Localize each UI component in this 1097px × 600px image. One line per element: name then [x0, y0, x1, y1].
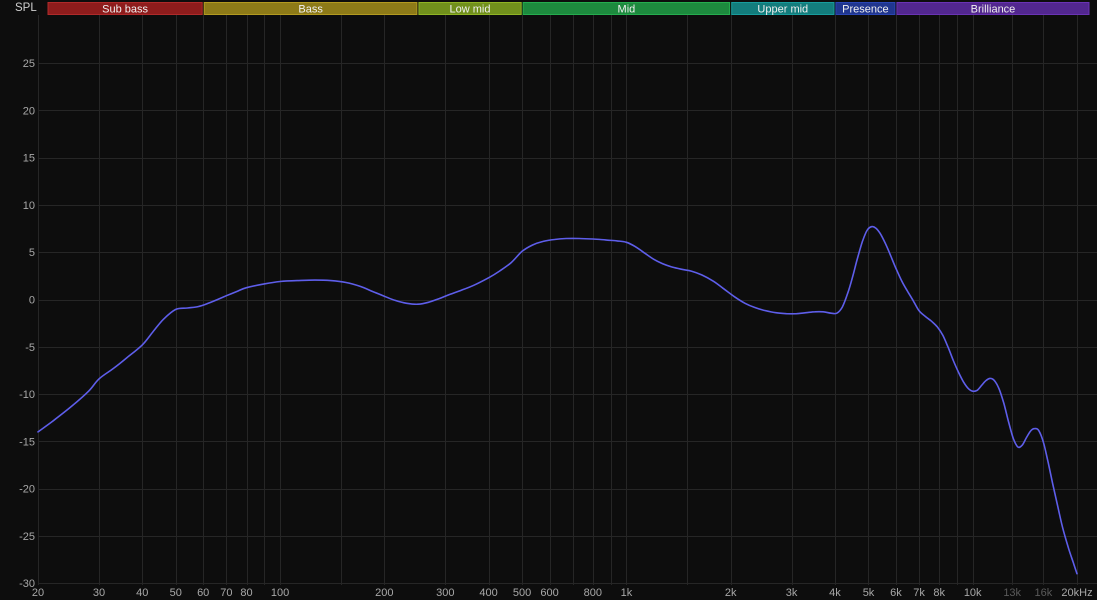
x-tick-label: 6k [890, 587, 902, 599]
y-tick-label: -20 [19, 484, 35, 496]
x-tick-label: 70 [220, 587, 232, 599]
band-label-sub-bass: Sub bass [102, 4, 148, 16]
x-tick-label: 80 [240, 587, 252, 599]
x-tick-label: 2k [725, 587, 737, 599]
y-tick-label: 15 [23, 153, 35, 165]
x-tick-label: 30 [93, 587, 105, 599]
y-tick-label: -10 [19, 389, 35, 401]
x-tick-label: 8k [933, 587, 945, 599]
response-curve [38, 227, 1077, 574]
x-tick-label: 7k [913, 587, 925, 599]
y-tick-label: 5 [29, 247, 35, 259]
x-tick-label: 600 [540, 587, 558, 599]
y-tick-label: 25 [23, 58, 35, 70]
band-label-presence: Presence [842, 4, 888, 16]
y-tick-label: 10 [23, 200, 35, 212]
x-tick-label: 400 [479, 587, 497, 599]
x-tick-label: 4k [829, 587, 841, 599]
x-tick-label: 13k [1003, 587, 1021, 599]
x-tick-label: 200 [375, 587, 393, 599]
band-label-mid: Mid [618, 4, 636, 16]
x-tick-label: 500 [513, 587, 531, 599]
y-tick-label: -15 [19, 436, 35, 448]
y-tick-label: 20 [23, 105, 35, 117]
x-tick-label: 50 [170, 587, 182, 599]
y-tick-label: -5 [25, 342, 35, 354]
x-tick-label: 20kHz [1061, 587, 1092, 599]
x-tick-label: 3k [786, 587, 798, 599]
band-label-low-mid: Low mid [450, 4, 491, 16]
x-tick-label: 100 [271, 587, 289, 599]
x-tick-label: 300 [436, 587, 454, 599]
band-label-upper-mid: Upper mid [757, 4, 808, 16]
frequency-response-chart: Sub bass Bass Low mid Mid Upper mid Presence B… [0, 0, 1097, 600]
x-tick-label: 800 [584, 587, 602, 599]
y-tick-label: 0 [29, 295, 35, 307]
x-tick-label: 20 [32, 587, 44, 599]
x-tick-label: 60 [197, 587, 209, 599]
band-label-bass: Bass [298, 4, 323, 16]
x-tick-label: 1k [621, 587, 633, 599]
x-tick-label: 10k [964, 587, 982, 599]
chart-canvas: Sub bass Bass Low mid Mid Upper mid Presence B… [0, 0, 1097, 600]
x-tick-label: 16k [1035, 587, 1053, 599]
y-axis-title: SPL [15, 2, 37, 14]
band-label-brilliance: Brilliance [971, 4, 1016, 16]
y-tick-label: -25 [19, 531, 35, 543]
x-tick-label: 40 [136, 587, 148, 599]
x-tick-label: 5k [863, 587, 875, 599]
